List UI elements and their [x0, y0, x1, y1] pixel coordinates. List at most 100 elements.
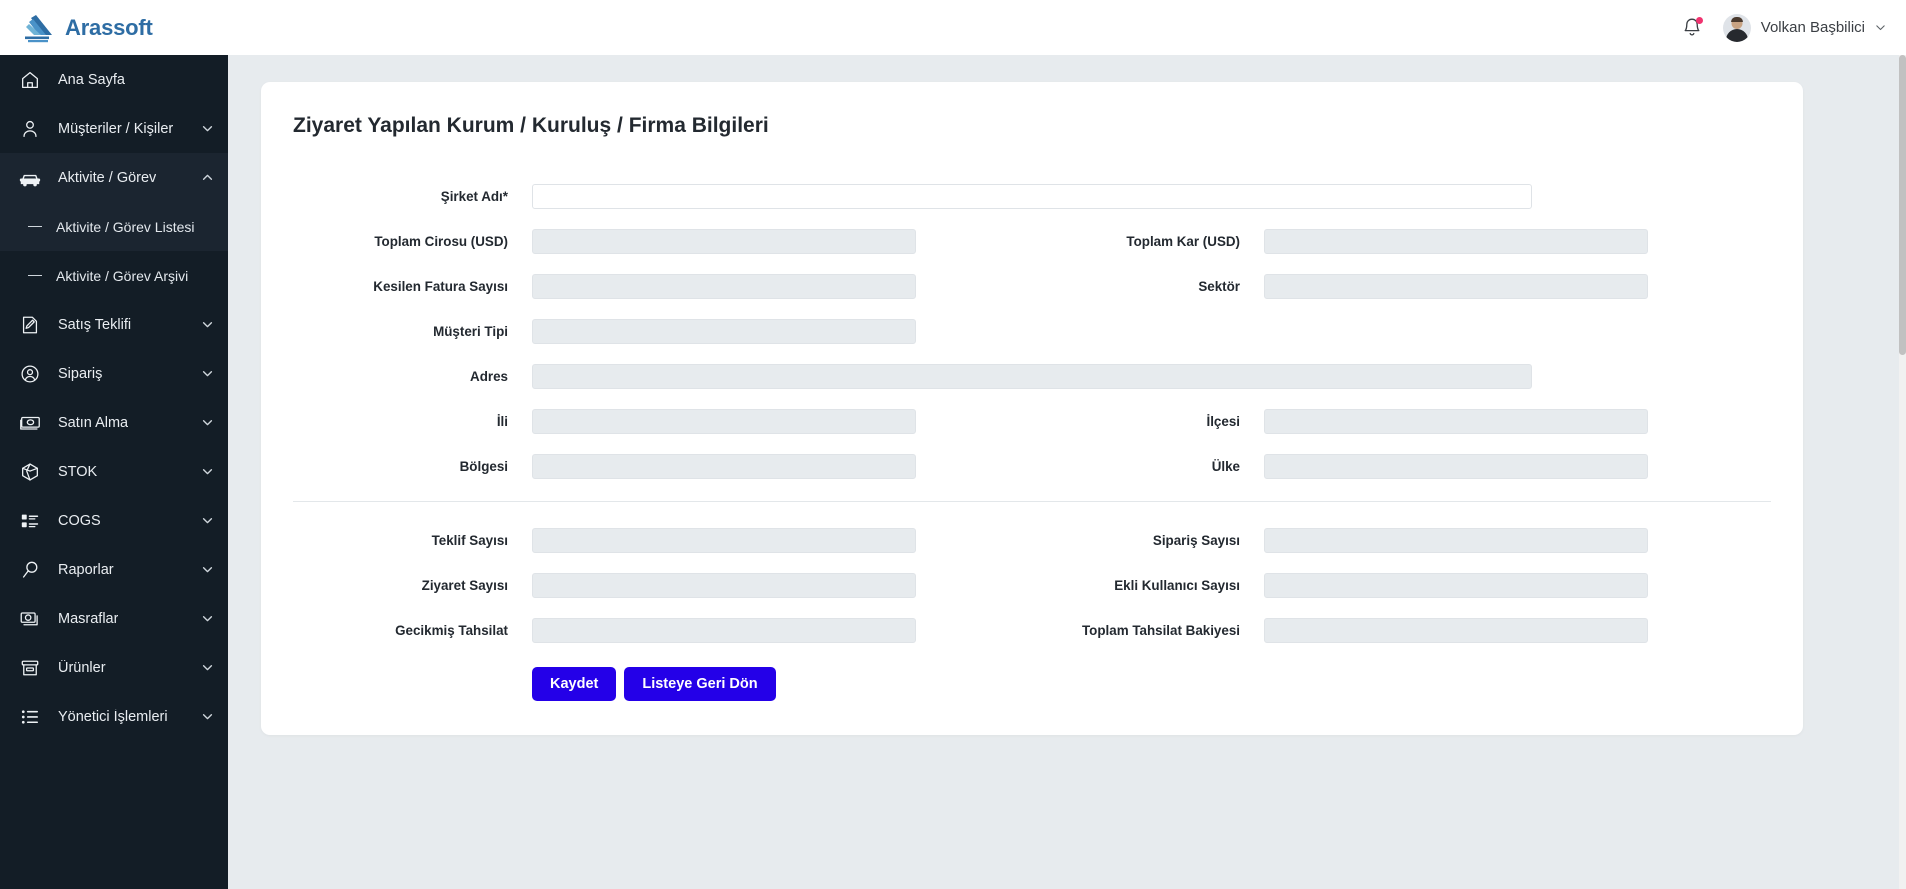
input-teklif-sayisi[interactable] — [532, 528, 916, 553]
page-scrollbar[interactable] — [1899, 55, 1906, 889]
chevron-up-icon[interactable] — [201, 171, 214, 184]
input-ilcesi[interactable] — [1264, 409, 1648, 434]
user-icon — [18, 117, 42, 141]
arassoft-logo-icon — [22, 13, 56, 43]
input-kesilen-fatura-sayisi[interactable] — [532, 274, 916, 299]
list-ab-icon — [18, 509, 42, 533]
sidebar-item-aktivite-g-rev-listesi[interactable]: Aktivite / Görev Listesi — [0, 202, 228, 251]
sidebar-item-r-nler[interactable]: Ürünler — [0, 643, 228, 692]
avatar — [1722, 13, 1751, 42]
sidebar-item-sipari[interactable]: Sipariş — [0, 349, 228, 398]
label-bolgesi: Bölgesi — [459, 459, 508, 474]
sidebar-item-y-netici-i-lemleri[interactable]: Yönetici İşlemleri — [0, 692, 228, 741]
chevron-down-icon[interactable] — [201, 563, 214, 576]
input-gecikmis-tahsilat[interactable] — [532, 618, 916, 643]
top-bar-right: Volkan Başbilici — [1681, 13, 1886, 42]
section-divider — [293, 501, 1771, 502]
input-ziyaret-sayisi[interactable] — [532, 573, 916, 598]
input-musteri-tipi[interactable] — [532, 319, 916, 344]
chevron-down-icon[interactable] — [201, 465, 214, 478]
user-menu[interactable]: Volkan Başbilici — [1722, 13, 1886, 42]
chevron-down-icon[interactable] — [201, 710, 214, 723]
form-row-fatura-sektor: Kesilen Fatura Sayısı Sektör — [293, 264, 1771, 309]
chevron-down-icon[interactable] — [201, 318, 214, 331]
notifications-button[interactable] — [1681, 16, 1703, 40]
sidebar-item-stok[interactable]: STOK — [0, 447, 228, 496]
home-icon — [18, 68, 42, 92]
cube-icon — [18, 460, 42, 484]
chevron-down-icon[interactable] — [201, 416, 214, 429]
back-to-list-button[interactable]: Listeye Geri Dön — [624, 667, 776, 701]
sidebar-item-label: Satın Alma — [58, 414, 129, 431]
input-toplam-kar[interactable] — [1264, 229, 1648, 254]
label-sirket-adi: Şirket Adı* — [440, 189, 508, 204]
input-toplam-cirosu[interactable] — [532, 229, 916, 254]
form-row-il-ilce: İli İlçesi — [293, 399, 1771, 444]
page-title: Ziyaret Yapılan Kurum / Kuruluş / Firma … — [293, 114, 769, 137]
label-musteri-tipi: Müşteri Tipi — [433, 324, 508, 339]
sidebar-item-label: COGS — [58, 512, 101, 529]
form-row-ciro-kar: Toplam Cirosu (USD) Toplam Kar (USD) — [293, 219, 1771, 264]
sidebar-item-m-teriler-ki-iler[interactable]: Müşteriler / Kişiler — [0, 104, 228, 153]
input-ulke[interactable] — [1264, 454, 1648, 479]
edit-document-icon — [18, 313, 42, 337]
label-ilcesi: İlçesi — [1206, 414, 1240, 429]
input-ekli-kullanici-sayisi[interactable] — [1264, 573, 1648, 598]
sidebar: Ana Sayfa Müşteriler / Kişiler Aktivite / … — [0, 55, 228, 889]
search-icon — [18, 558, 42, 582]
car-icon — [18, 166, 42, 190]
chevron-down-icon — [1875, 22, 1886, 33]
sidebar-item-ana-sayfa[interactable]: Ana Sayfa — [0, 55, 228, 104]
sidebar-item-label: Satış Teklifi — [58, 316, 132, 333]
bell-icon — [1681, 18, 1703, 44]
sidebar-item-aktivite-g-rev-ar-ivi[interactable]: Aktivite / Görev Arşivi — [0, 251, 228, 300]
label-siparis-sayisi: Sipariş Sayısı — [1152, 533, 1240, 548]
label-teklif-sayisi: Teklif Sayısı — [431, 533, 508, 548]
input-toplam-tahsilat-bakiyesi[interactable] — [1264, 618, 1648, 643]
sidebar-item-label: Masraflar — [58, 610, 119, 627]
input-sirket-adi[interactable] — [532, 184, 1532, 209]
form-row-adres: Adres — [293, 354, 1771, 399]
label-toplam-tahsilat-bakiyesi: Toplam Tahsilat Bakiyesi — [1081, 623, 1240, 638]
label-toplam-kar: Toplam Kar (USD) — [1126, 234, 1240, 249]
input-adres[interactable] — [532, 364, 1532, 389]
sidebar-item-label: STOK — [58, 463, 98, 480]
brand-name: Arassoft — [65, 14, 153, 40]
chevron-down-icon[interactable] — [201, 367, 214, 380]
label-ulke: Ülke — [1211, 459, 1240, 474]
bullet-list-icon — [18, 705, 42, 729]
sidebar-item-aktivite-g-rev[interactable]: Aktivite / Görev — [0, 153, 228, 202]
sidebar-item-label: Aktivite / Görev — [58, 169, 157, 186]
sidebar-item-label: Aktivite / Görev Arşivi — [56, 267, 189, 284]
label-ili: İli — [496, 414, 508, 429]
sidebar-item-label: Ana Sayfa — [58, 71, 125, 88]
sidebar-item-label: Müşteriler / Kişiler — [58, 120, 174, 137]
scrollbar-thumb[interactable] — [1899, 55, 1906, 355]
sidebar-item-label: Raporlar — [58, 561, 114, 578]
sidebar-item-cogs[interactable]: COGS — [0, 496, 228, 545]
chevron-down-icon[interactable] — [201, 514, 214, 527]
sidebar-item-label: Yönetici İşlemleri — [58, 708, 168, 725]
form-card: Ziyaret Yapılan Kurum / Kuruluş / Firma … — [261, 82, 1803, 735]
sidebar-item-label: Sipariş — [58, 365, 103, 382]
label-toplam-cirosu: Toplam Cirosu (USD) — [374, 234, 508, 249]
label-sektor: Sektör — [1198, 279, 1240, 294]
form-row-tahsilat: Gecikmiş Tahsilat Toplam Tahsilat Bakiye… — [293, 608, 1771, 653]
input-bolgesi[interactable] — [532, 454, 916, 479]
input-sektor[interactable] — [1264, 274, 1648, 299]
save-button[interactable]: Kaydet — [532, 667, 617, 701]
sidebar-item-raporlar[interactable]: Raporlar — [0, 545, 228, 594]
brand-logo[interactable]: Arassoft — [22, 13, 153, 43]
label-adres: Adres — [470, 369, 508, 384]
cash-icon — [18, 607, 42, 631]
input-siparis-sayisi[interactable] — [1264, 528, 1648, 553]
chevron-down-icon[interactable] — [201, 122, 214, 135]
chevron-down-icon[interactable] — [201, 661, 214, 674]
archive-box-icon — [18, 656, 42, 680]
sidebar-item-masraflar[interactable]: Masraflar — [0, 594, 228, 643]
app-root: Arassoft Volkan Başbilici Ana Sayfa Müşt… — [0, 0, 1906, 889]
input-ili[interactable] — [532, 409, 916, 434]
sidebar-item-sat-n-alma[interactable]: Satın Alma — [0, 398, 228, 447]
sidebar-item-sat-teklifi[interactable]: Satış Teklifi — [0, 300, 228, 349]
chevron-down-icon[interactable] — [201, 612, 214, 625]
